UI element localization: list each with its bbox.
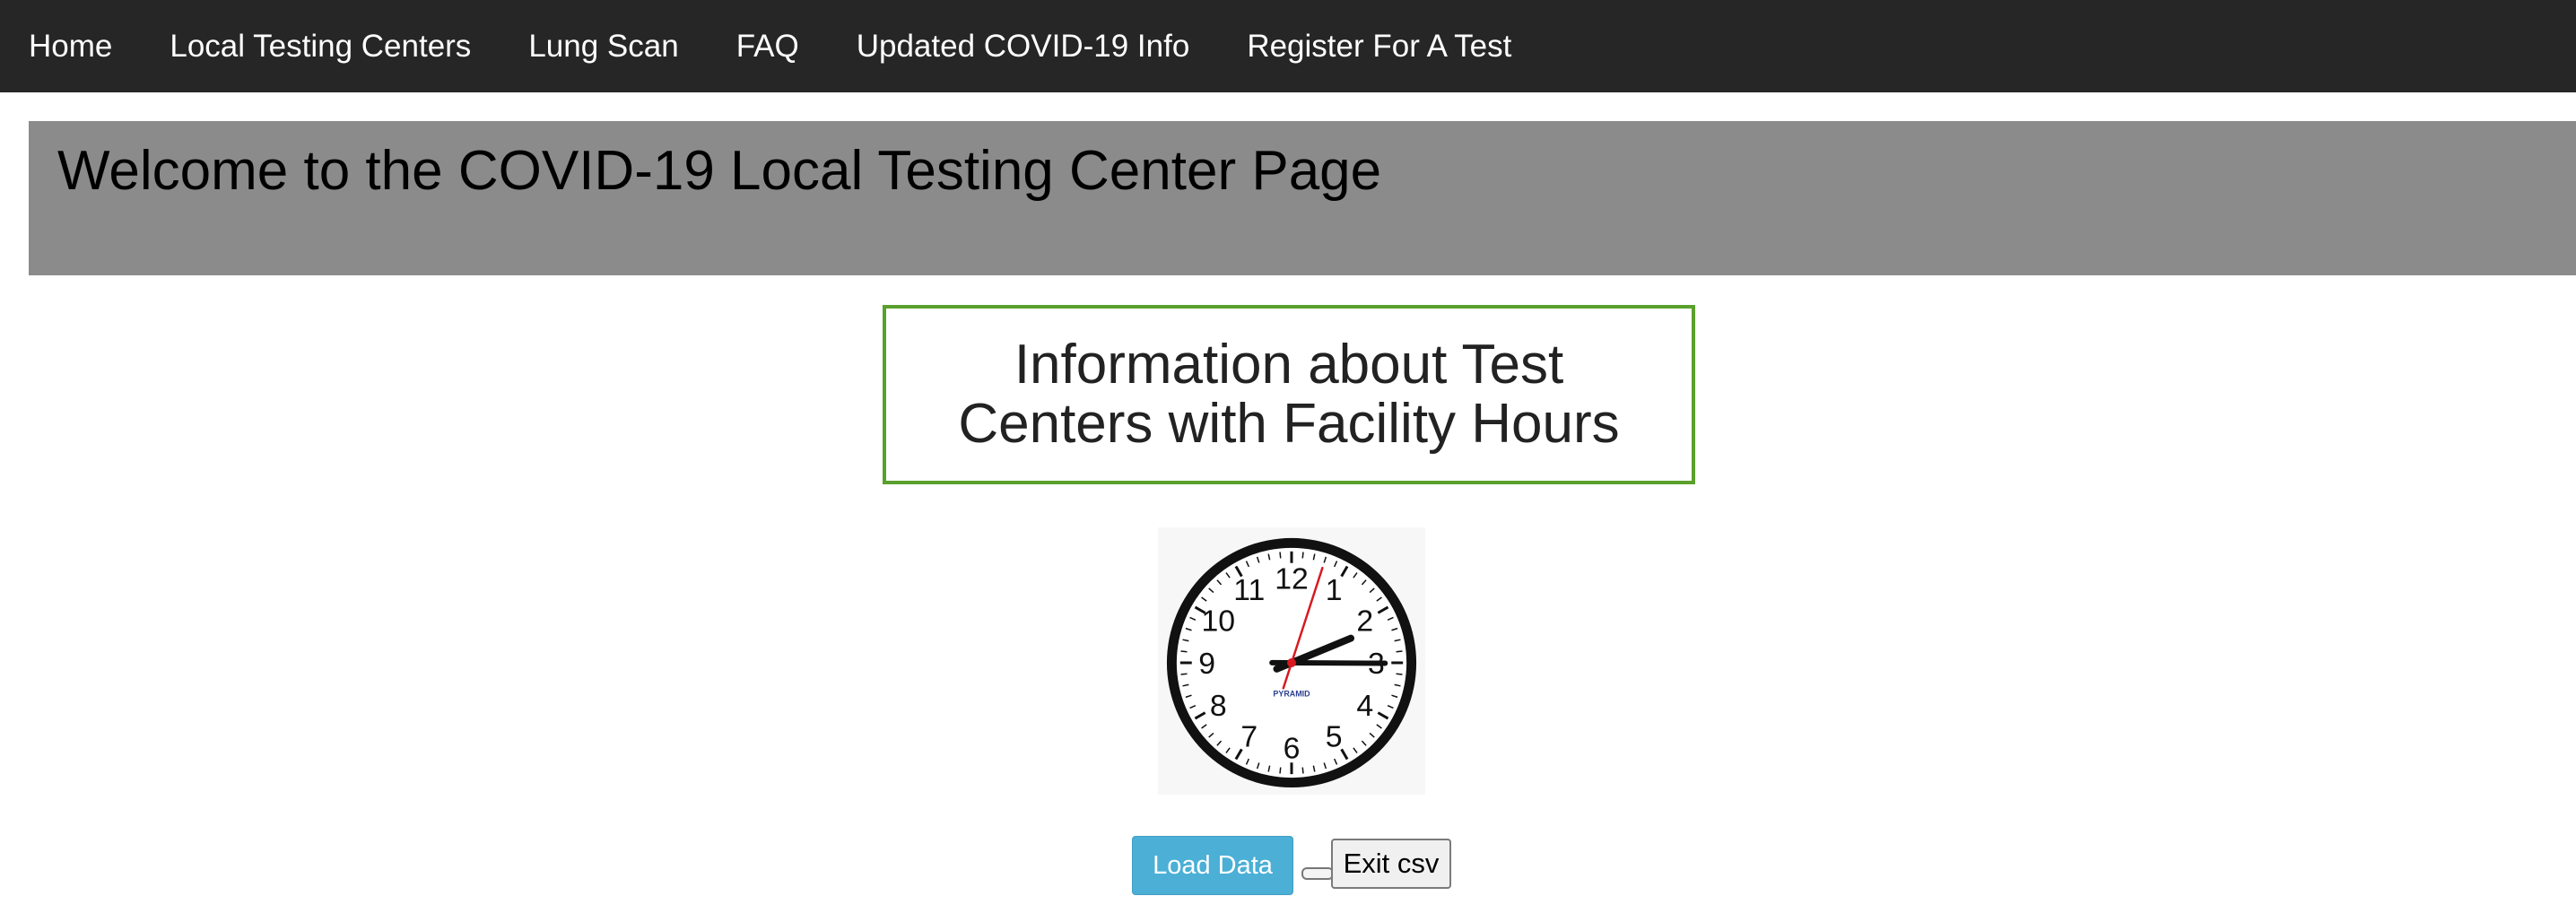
top-navbar: Home Local Testing Centers Lung Scan FAQ… <box>0 0 2576 92</box>
clock-number: 12 <box>1275 562 1309 596</box>
clock-tick <box>1279 552 1282 559</box>
clock-number: 9 <box>1198 647 1215 681</box>
clock-number: 5 <box>1326 720 1343 754</box>
clock-image: 121234567891011 PYRAMID <box>1158 527 1425 795</box>
nav-faq[interactable]: FAQ <box>708 0 828 92</box>
clock-tick <box>1279 767 1282 774</box>
clock-tick <box>1396 650 1403 653</box>
load-data-button[interactable]: Load Data <box>1132 836 1293 895</box>
info-heading: Information about Test Centers with Faci… <box>958 334 1620 455</box>
clock-number: 7 <box>1240 720 1258 754</box>
clock-icon: 121234567891011 PYRAMID <box>1158 527 1425 795</box>
clock-number: 4 <box>1356 689 1373 723</box>
nav-local-testing-centers[interactable]: Local Testing Centers <box>141 0 500 92</box>
clock-number: 2 <box>1356 605 1373 639</box>
exit-csv-button[interactable]: Exit csv <box>1331 839 1451 889</box>
clock-number: 10 <box>1201 605 1235 639</box>
info-box: Information about Test Centers with Faci… <box>883 305 1695 484</box>
clock-tick <box>1301 767 1304 774</box>
file-input[interactable] <box>1301 867 1334 880</box>
clock-tick <box>1180 650 1188 653</box>
clock-number: 8 <box>1210 689 1227 723</box>
clock-number: 11 <box>1233 573 1265 607</box>
clock-tick <box>1301 552 1304 559</box>
welcome-banner: Welcome to the COVID-19 Local Testing Ce… <box>29 121 2576 275</box>
clock-center-cap <box>1287 658 1296 667</box>
nav-lung-scan[interactable]: Lung Scan <box>500 0 707 92</box>
nav-updated-covid-info[interactable]: Updated COVID-19 Info <box>828 0 1219 92</box>
page-title: Welcome to the COVID-19 Local Testing Ce… <box>57 140 1382 202</box>
clock-brand-label: PYRAMID <box>1273 690 1310 699</box>
nav-home[interactable]: Home <box>0 0 141 92</box>
nav-register-for-test[interactable]: Register For A Test <box>1218 0 1540 92</box>
clock-number: 6 <box>1284 731 1301 765</box>
clock-number: 1 <box>1326 573 1343 607</box>
